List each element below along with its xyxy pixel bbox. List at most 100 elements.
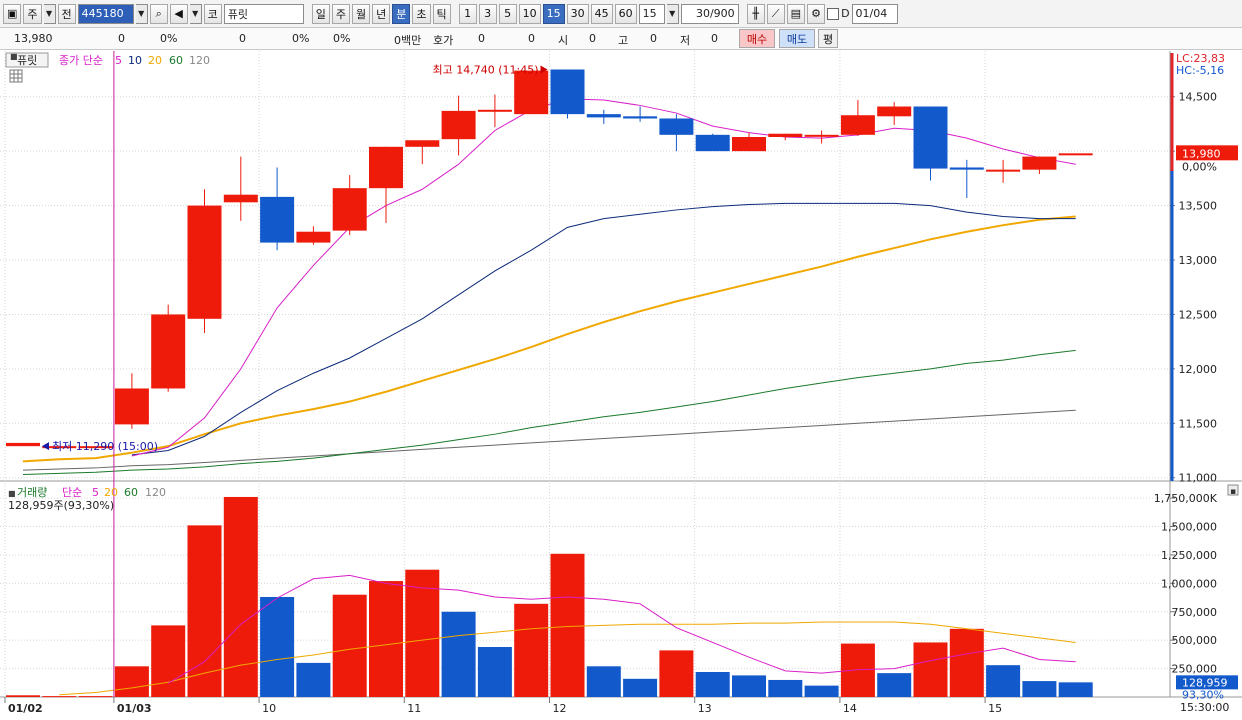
candle-body: [6, 442, 40, 447]
stock-title: 퓨릿: [17, 54, 37, 67]
count-input[interactable]: 30/900: [680, 3, 739, 24]
grid-toggle-icon[interactable]: [9, 69, 23, 83]
candle-body: [1022, 156, 1057, 170]
vol-ma-legend-120: 120: [145, 486, 166, 499]
candle-body: [586, 114, 621, 118]
high-annotation: 최고 14,740 (11:45): [432, 64, 538, 77]
candle-body: [260, 196, 295, 243]
line-tool-icon[interactable]: ⟋: [766, 3, 785, 24]
candle-body: [332, 188, 367, 231]
candle-body: [477, 109, 512, 112]
candle-body: [986, 169, 1021, 172]
interval-15-button[interactable]: 15: [542, 3, 565, 24]
volume-bar: [877, 673, 912, 697]
quote-bar: 13,980 0 0% 0 0% 0% 0백만 호가 0 0 시 0 고 0 저…: [0, 28, 1242, 50]
price-tick-label: 13,500: [1179, 200, 1218, 213]
flat-button[interactable]: 평: [818, 29, 838, 48]
volume-bar: [732, 675, 766, 697]
toolbar: ▣ 주 ▼ 전 445180 ▼ ⌕ ◀︎ ▼ 코 퓨릿 일 주 월 년 분 초…: [0, 0, 1242, 28]
stock-chart[interactable]: 11,000 11,500 12,000 12,500 13,000 13,500 14,5…: [0, 51, 1242, 720]
chevron-down-icon[interactable]: ▼: [135, 3, 148, 24]
interval-10-button[interactable]: 10: [518, 3, 541, 24]
volume-bar: [659, 650, 694, 697]
time-label: 15:30:00: [1180, 701, 1229, 714]
quote-high-label: 고: [618, 34, 629, 47]
volume-bar: [477, 646, 512, 697]
x-tick-label: 11: [407, 702, 421, 715]
unit-second-button[interactable]: 초: [412, 3, 431, 24]
unit-tick-button[interactable]: 틱: [432, 3, 451, 24]
interval-input[interactable]: 15: [638, 3, 665, 24]
candle-body: [804, 134, 839, 137]
candle-body: [768, 133, 803, 137]
chevron-down-icon[interactable]: ▼: [43, 3, 56, 24]
period-month-button[interactable]: 월: [352, 3, 371, 24]
interval-1-button[interactable]: 1: [458, 3, 477, 24]
candle-body: [369, 146, 403, 189]
volume-bar: [695, 671, 730, 697]
candle-type-icon[interactable]: ╫: [746, 3, 765, 24]
volume-bar: [260, 596, 295, 697]
candle-body: [659, 118, 694, 135]
x-tick-label: 01/02: [8, 702, 43, 715]
interval-3-button[interactable]: 3: [478, 3, 497, 24]
interval-30-button[interactable]: 30: [566, 3, 589, 24]
candle-body: [223, 194, 258, 203]
buy-button[interactable]: 매수: [739, 29, 775, 48]
candle-body: [1058, 153, 1093, 156]
layout-icon[interactable]: ▣: [3, 3, 22, 24]
period-year-button[interactable]: 년: [372, 3, 391, 24]
quote-hoga-val1: 0: [478, 32, 485, 45]
price-tick-label: 11,500: [1179, 417, 1218, 430]
volume-tick-label: 500,000: [1172, 634, 1218, 647]
unit-minute-button[interactable]: 분: [392, 3, 411, 24]
candle-body: [405, 140, 440, 147]
speaker-icon[interactable]: ◀︎: [169, 3, 188, 24]
code-input[interactable]: 445180: [77, 3, 134, 24]
quote-vol-pct2: 0%: [333, 32, 351, 45]
gear-icon[interactable]: ⚙: [807, 3, 826, 24]
quote-vol-pct: 0%: [292, 32, 310, 45]
d-label: D: [841, 7, 850, 20]
quote-volume: 0: [239, 32, 246, 45]
save-icon[interactable]: ▤: [786, 3, 806, 24]
interval-60-button[interactable]: 60: [614, 3, 637, 24]
volume-bar: [949, 628, 984, 697]
sell-button[interactable]: 매도: [779, 29, 815, 48]
period-day-button[interactable]: 일: [311, 3, 330, 24]
date-checkbox[interactable]: [827, 7, 840, 20]
interval-5-button[interactable]: 5: [498, 3, 517, 24]
ma-legend-label: 종가 단순: [59, 54, 103, 67]
chevron-down-icon[interactable]: ▼: [666, 3, 679, 24]
stock-name-field[interactable]: 퓨릿: [223, 3, 304, 24]
candle-body: [151, 314, 186, 389]
chevron-down-icon[interactable]: ▼: [189, 3, 202, 24]
ma-legend-5: 5: [115, 54, 122, 67]
price-tick-label: 12,000: [1179, 363, 1218, 376]
market-type-label: 코: [203, 3, 222, 24]
date-input[interactable]: 01/04: [851, 3, 898, 24]
volume-bar: [804, 685, 839, 697]
price-tick-label: 12,500: [1179, 308, 1218, 321]
whole-button[interactable]: 전: [57, 3, 76, 24]
x-tick-label: 10: [262, 702, 276, 715]
current-volume-pct: 93,30%: [1182, 688, 1224, 701]
quote-high-val: 0: [650, 32, 657, 45]
volume-tick-label: 1,750,000K: [1154, 492, 1218, 505]
volume-bar: [114, 666, 149, 697]
candle-body: [949, 167, 984, 170]
volume-bar: [369, 581, 403, 697]
vol-ma-legend-60: 60: [124, 486, 138, 499]
market-select[interactable]: 주: [23, 3, 42, 24]
interval-45-button[interactable]: 45: [590, 3, 613, 24]
search-icon[interactable]: ⌕: [149, 3, 168, 24]
ma-legend-60: 60: [169, 54, 183, 67]
quote-hoga-label: 호가: [433, 34, 454, 47]
volume-tick-label: 250,000: [1172, 663, 1218, 676]
candle-body: [514, 70, 549, 115]
volume-bar: [332, 594, 367, 697]
price-tick-label: 14,500: [1179, 91, 1218, 104]
period-week-button[interactable]: 주: [331, 3, 351, 24]
candle-body: [623, 116, 658, 119]
current-price-label: 13,980: [1182, 147, 1221, 160]
